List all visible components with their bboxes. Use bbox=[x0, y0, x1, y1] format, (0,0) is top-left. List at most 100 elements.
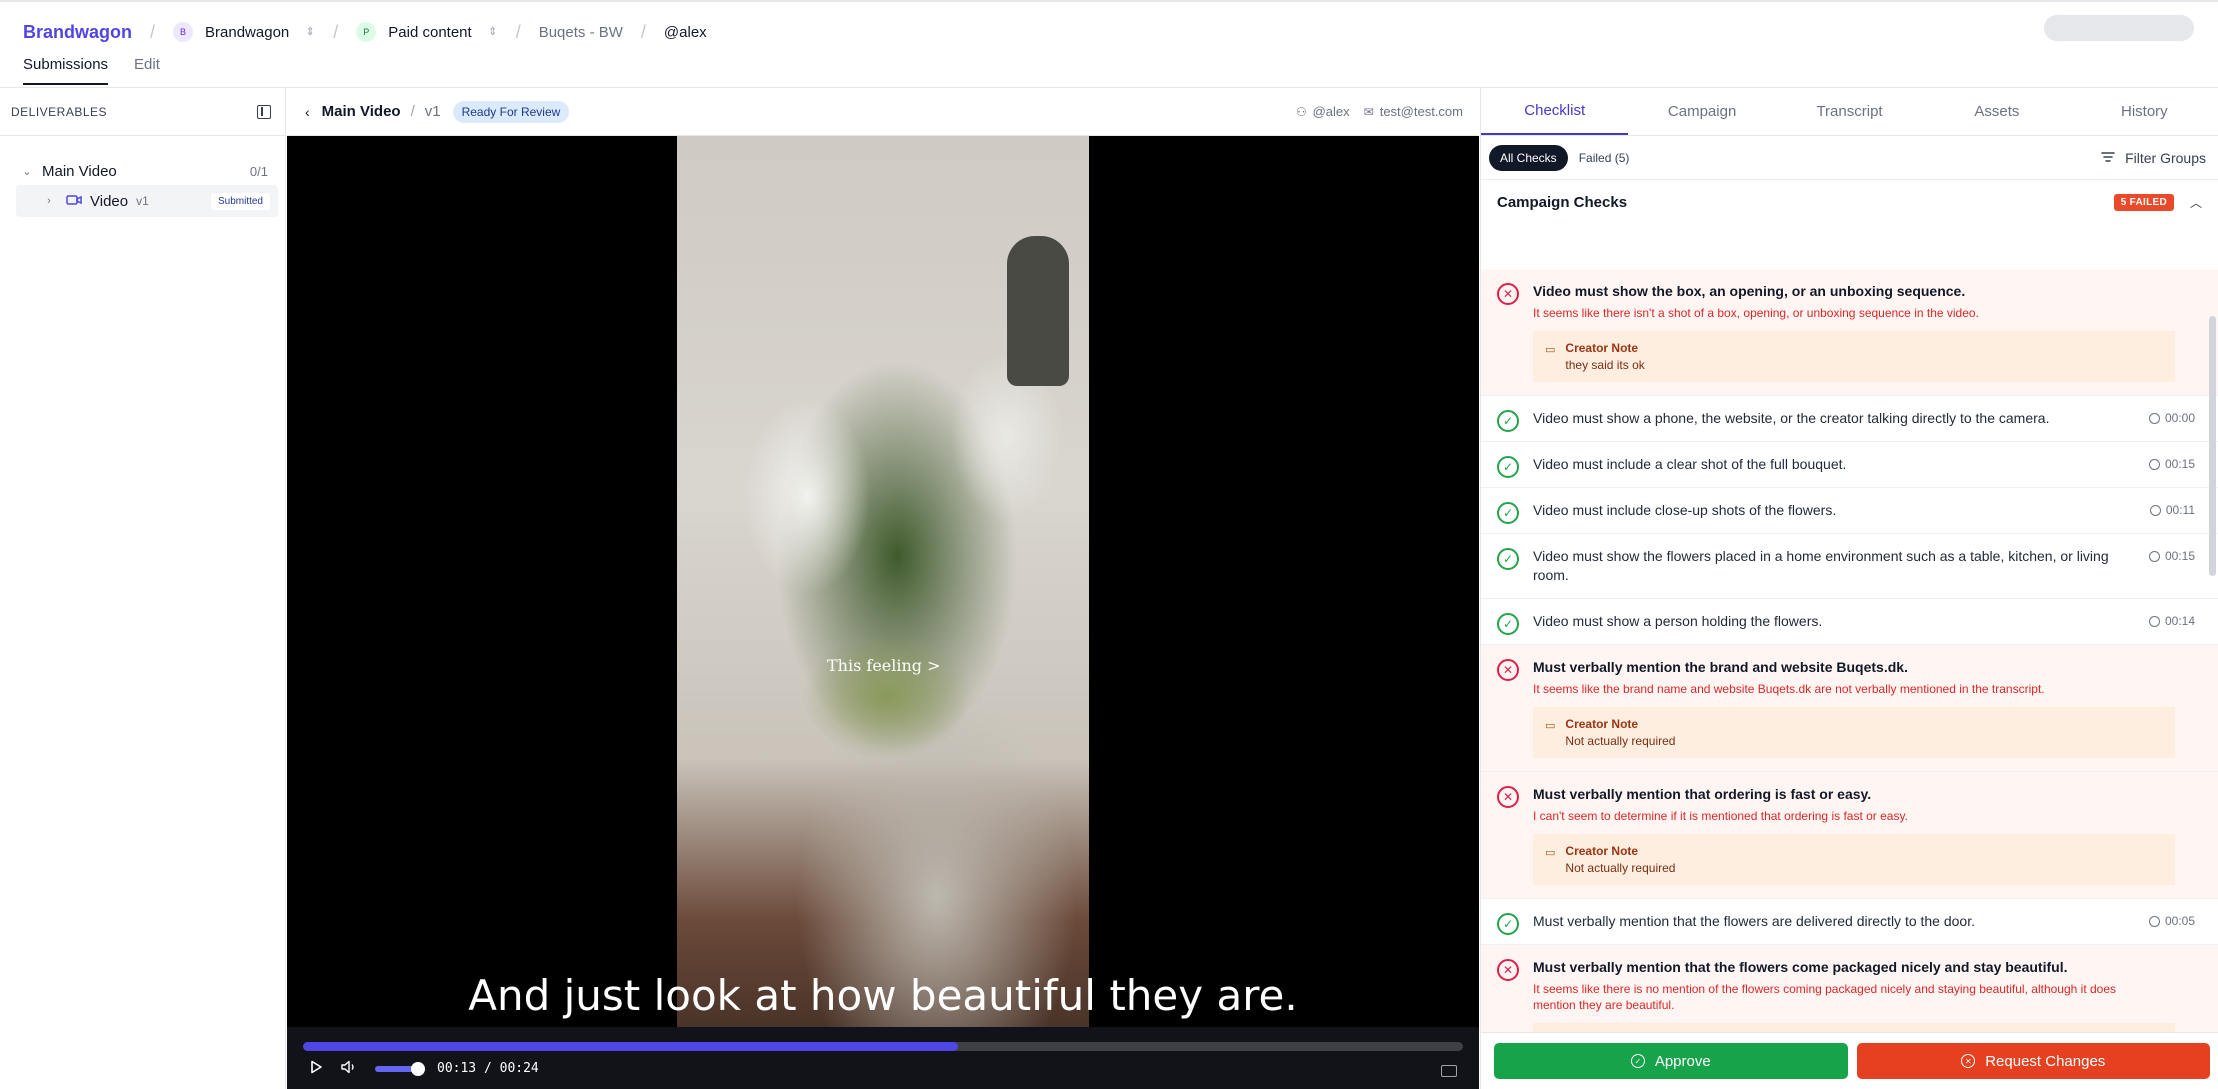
x-circle-icon: ✕ bbox=[1497, 959, 1519, 981]
check-item[interactable]: ✕ Video must show the box, an opening, or… bbox=[1481, 269, 2218, 396]
timestamp-link[interactable]: 00:05 bbox=[2148, 914, 2195, 928]
creator-note-title: Creator Note bbox=[1565, 844, 1639, 858]
check-circle-icon: ✓ bbox=[1497, 913, 1519, 935]
clock-icon bbox=[2148, 615, 2160, 627]
play-icon[interactable] bbox=[309, 1060, 323, 1077]
filter-failed[interactable]: Failed (5) bbox=[1568, 145, 1641, 171]
check-item[interactable]: ✓ Video must show a person holding the fl… bbox=[1481, 599, 2218, 645]
check-body: Video must include close-up shots of the… bbox=[1533, 501, 2125, 520]
check-body: Video must show a person holding the flo… bbox=[1533, 612, 2125, 631]
item-label: Video bbox=[90, 192, 129, 210]
tab-history[interactable]: History bbox=[2071, 88, 2218, 135]
check-item[interactable]: ✓ Video must include close-up shots of th… bbox=[1481, 488, 2218, 534]
check-item[interactable]: ✓ Video must show the flowers placed in a… bbox=[1481, 534, 2218, 599]
timestamp-text: 00:05 bbox=[2164, 914, 2195, 928]
check-reason: It seems like there is no mention of the… bbox=[1533, 982, 2117, 1012]
tab-transcript[interactable]: Transcript bbox=[1776, 88, 1923, 135]
breadcrumb-separator: / bbox=[640, 21, 646, 42]
check-item[interactable]: ✕ Must verbally mention the brand and web… bbox=[1481, 645, 2218, 772]
x-circle-icon: ✕ bbox=[1961, 1054, 1976, 1068]
breadcrumb-separator: / bbox=[515, 21, 521, 42]
breadcrumb-separator: / bbox=[150, 21, 156, 42]
sidebar-header: DELIVERABLES bbox=[0, 88, 285, 136]
breadcrumb-workspace[interactable]: Brandwagon bbox=[205, 24, 289, 41]
filter-icon bbox=[2101, 150, 2115, 166]
chevron-up-down-icon[interactable]: ⇕ bbox=[305, 26, 315, 38]
check-title: Video must show a phone, the website, or… bbox=[1533, 410, 2050, 426]
creator-note: ▭ Creator Note they said its ok bbox=[1533, 331, 2175, 382]
check-body: Must verbally mention the brand and webs… bbox=[1533, 658, 2175, 758]
timestamp-link[interactable]: 00:15 bbox=[2148, 549, 2195, 563]
deliverable-item-video[interactable]: › Video v1 Submitted bbox=[16, 185, 278, 217]
control-row: 00:13 / 00:24 bbox=[309, 1060, 539, 1077]
volume-knob[interactable] bbox=[411, 1061, 425, 1076]
approve-button[interactable]: ✓ Approve bbox=[1494, 1043, 1848, 1079]
check-circle-icon: ✓ bbox=[1630, 1054, 1645, 1068]
x-circle-icon: ✕ bbox=[1497, 786, 1519, 808]
chevron-down-icon[interactable]: ⌄ bbox=[20, 165, 34, 178]
review-actions: ✓ Approve ✕ Request Changes bbox=[1481, 1032, 2218, 1089]
user-icon: ⚇ bbox=[1295, 105, 1307, 119]
timestamp-link[interactable]: 00:14 bbox=[2148, 614, 2195, 628]
back-arrow-icon[interactable]: ‹ bbox=[305, 104, 310, 120]
group-label: Main Video bbox=[42, 162, 117, 180]
filter-groups-button[interactable]: Filter Groups bbox=[2101, 150, 2206, 166]
video-overlay-text: This feeling > bbox=[827, 656, 941, 675]
timestamp-text: 00:15 bbox=[2164, 549, 2195, 563]
breadcrumb-creator[interactable]: @alex bbox=[664, 24, 707, 41]
title-separator: / bbox=[410, 103, 415, 120]
creator-handle: ⚇ @alex bbox=[1296, 104, 1350, 119]
group-count: 0/1 bbox=[249, 163, 268, 179]
video-player[interactable]: This feeling > And just look at how beau… bbox=[287, 136, 1479, 1027]
volume-slider[interactable] bbox=[375, 1061, 425, 1076]
tab-campaign[interactable]: Campaign bbox=[1628, 88, 1775, 135]
creator-note: ▭ Creator Note Not actually required bbox=[1533, 707, 2175, 758]
failed-count-badge: 5 FAILED bbox=[2113, 193, 2174, 211]
breadcrumb-campaign[interactable]: Buqets - BW bbox=[539, 24, 623, 41]
deliverable-group-main-video[interactable]: ⌄ Main Video 0/1 bbox=[0, 157, 286, 185]
check-list: ✕ Video must show the box, an opening, or… bbox=[1481, 269, 2218, 1089]
timestamp-link[interactable]: 00:15 bbox=[2148, 457, 2195, 471]
clock-icon bbox=[2148, 550, 2160, 562]
clock-icon bbox=[2149, 504, 2161, 516]
check-body: Video must show the box, an opening, or … bbox=[1533, 282, 2175, 382]
breadcrumb-project[interactable]: Paid content bbox=[388, 24, 471, 41]
chevron-up-down-icon[interactable]: ⇕ bbox=[488, 26, 498, 38]
captions-icon[interactable] bbox=[1441, 1065, 1457, 1077]
check-item[interactable]: ✓ Video must show a phone, the website, o… bbox=[1481, 396, 2218, 442]
brand-logo[interactable]: Brandwagon bbox=[23, 22, 132, 43]
check-body: Video must show a phone, the website, or… bbox=[1533, 409, 2125, 428]
check-circle-icon: ✓ bbox=[1497, 502, 1519, 524]
creator-note-text: Not actually required bbox=[1565, 861, 1676, 875]
check-body: Must verbally mention that the flowers a… bbox=[1533, 912, 2125, 931]
app-root: Brandwagon / B Brandwagon ⇕ / P Paid con… bbox=[0, 0, 2218, 1089]
timestamp-link[interactable]: 00:11 bbox=[2149, 503, 2195, 517]
player-controls: 00:13 / 00:24 bbox=[287, 1027, 1479, 1089]
breadcrumb: Brandwagon / B Brandwagon ⇕ / P Paid con… bbox=[23, 19, 707, 45]
tab-edit[interactable]: Edit bbox=[134, 56, 160, 85]
request-changes-label: Request Changes bbox=[1985, 1052, 2106, 1070]
check-group-title: Campaign Checks bbox=[1497, 193, 1628, 211]
check-item[interactable]: ✓ Video must include a clear shot of the … bbox=[1481, 442, 2218, 488]
user-menu-placeholder[interactable] bbox=[2044, 15, 2194, 41]
tab-submissions[interactable]: Submissions bbox=[23, 56, 109, 85]
check-circle-icon: ✓ bbox=[1497, 410, 1519, 432]
seek-bar[interactable] bbox=[303, 1042, 1463, 1051]
sidebar-collapse-icon[interactable] bbox=[257, 104, 271, 119]
chevron-right-icon[interactable]: › bbox=[42, 195, 56, 207]
check-title: Must verbally mention that ordering is f… bbox=[1533, 786, 1872, 802]
tab-assets[interactable]: Assets bbox=[1923, 88, 2070, 135]
filter-all-checks[interactable]: All Checks bbox=[1489, 144, 1568, 171]
check-item[interactable]: ✕ Must verbally mention that ordering is … bbox=[1481, 772, 2218, 899]
tab-checklist[interactable]: Checklist bbox=[1481, 88, 1629, 135]
check-circle-icon: ✓ bbox=[1497, 456, 1519, 478]
check-body: Must verbally mention that ordering is f… bbox=[1533, 785, 2175, 885]
check-item[interactable]: ✓ Must verbally mention that the flowers … bbox=[1481, 899, 2218, 945]
volume-icon[interactable] bbox=[341, 1060, 357, 1077]
timestamp-link[interactable]: 00:00 bbox=[2148, 411, 2195, 425]
check-group-header[interactable]: Campaign Checks 5 FAILED ︿ bbox=[1481, 180, 2218, 224]
request-changes-button[interactable]: ✕ Request Changes bbox=[1856, 1043, 2210, 1079]
check-circle-icon: ✓ bbox=[1497, 613, 1519, 635]
scrollbar[interactable] bbox=[2209, 316, 2216, 576]
chevron-up-icon[interactable]: ︿ bbox=[2190, 194, 2202, 211]
